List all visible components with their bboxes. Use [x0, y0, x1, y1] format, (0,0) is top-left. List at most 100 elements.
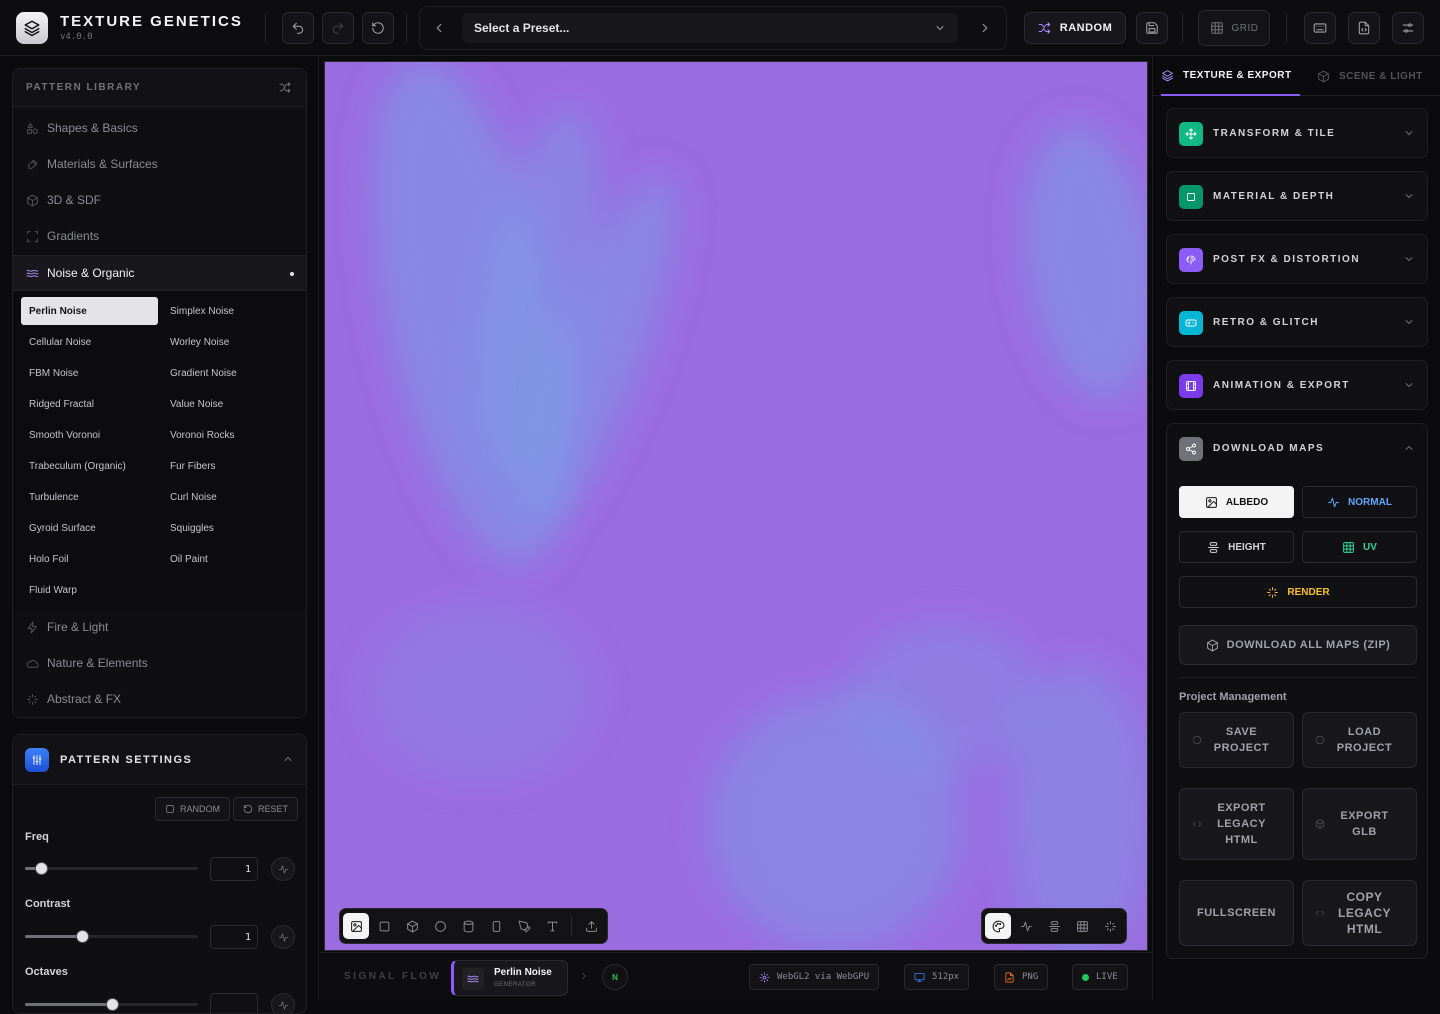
- view-card-button[interactable]: [483, 913, 509, 939]
- preset-next-button[interactable]: [978, 21, 992, 35]
- pattern-item[interactable]: Perlin Noise: [21, 297, 158, 325]
- export-code-button[interactable]: [1348, 12, 1380, 44]
- generator-node[interactable]: Perlin Noise GENERATOR: [451, 960, 568, 996]
- pattern-item[interactable]: Holo Foil: [21, 545, 158, 573]
- height-label: HEIGHT: [1228, 541, 1266, 553]
- view-cube-button[interactable]: [399, 913, 425, 939]
- sparkles-icon: [27, 694, 38, 705]
- save-project-button[interactable]: SAVE PROJECT: [1179, 712, 1294, 768]
- view-sphere-button[interactable]: [427, 913, 453, 939]
- section-post-fx-distortion[interactable]: POST FX & DISTORTION: [1166, 234, 1428, 284]
- section-material-depth[interactable]: MATERIAL & DEPTH: [1166, 171, 1428, 221]
- pattern-item[interactable]: Simplex Noise: [162, 297, 299, 325]
- height-view-button[interactable]: [1041, 913, 1067, 939]
- octaves-modulate-button[interactable]: [271, 993, 295, 1013]
- view-2d-button[interactable]: [343, 913, 369, 939]
- category-nature-elements[interactable]: Nature & Elements: [13, 646, 306, 682]
- freq-modulate-button[interactable]: [271, 857, 295, 881]
- format-chip[interactable]: PNG: [994, 964, 1049, 990]
- grid-toggle-button[interactable]: GRID: [1198, 10, 1270, 46]
- view-cylinder-button[interactable]: [455, 913, 481, 939]
- albedo-map-button[interactable]: ALBEDO: [1179, 486, 1294, 518]
- normal-map-button[interactable]: NORMAL: [1302, 486, 1417, 518]
- redo-button[interactable]: [322, 12, 354, 44]
- octaves-input[interactable]: [210, 993, 258, 1013]
- tab-texture-export[interactable]: TEXTURE & EXPORT: [1161, 56, 1300, 96]
- category-noise-organic[interactable]: Noise & Organic: [13, 255, 306, 291]
- category-3d-sdf[interactable]: 3D & SDF: [13, 183, 306, 219]
- octaves-slider[interactable]: [25, 998, 198, 1011]
- fullscreen-button[interactable]: FULLSCREEN: [1179, 880, 1294, 946]
- pattern-item[interactable]: Voronoi Rocks: [162, 421, 299, 449]
- preferences-button[interactable]: [1392, 12, 1424, 44]
- randomize-settings-button[interactable]: RANDOM: [155, 797, 230, 821]
- pattern-item[interactable]: Trabeculum (Organic): [21, 452, 158, 480]
- pattern-item[interactable]: FBM Noise: [21, 359, 158, 387]
- undo-button[interactable]: [282, 12, 314, 44]
- slider-handle[interactable]: [34, 862, 48, 875]
- pattern-item[interactable]: Gradient Noise: [162, 359, 299, 387]
- category-fire-light[interactable]: Fire & Light: [13, 610, 306, 646]
- contrast-slider[interactable]: [25, 930, 198, 943]
- resolution-chip[interactable]: 512px: [904, 964, 970, 990]
- pattern-item[interactable]: Oil Paint: [162, 545, 299, 573]
- shuffle-icon[interactable]: [279, 81, 292, 94]
- pattern-item[interactable]: Turbulence: [21, 483, 158, 511]
- save-preset-button[interactable]: [1136, 12, 1168, 44]
- copy-legacy-html-button[interactable]: COPY LEGACY HTML: [1302, 880, 1417, 946]
- section-retro-glitch[interactable]: RETRO & GLITCH: [1166, 297, 1428, 347]
- export-glb-button[interactable]: EXPORT GLB: [1302, 788, 1417, 860]
- contrast-modulate-button[interactable]: [271, 925, 295, 949]
- export-legacy-html-button[interactable]: EXPORT LEGACY HTML: [1179, 788, 1294, 860]
- section-transform-tile[interactable]: TRANSFORM & TILE: [1166, 108, 1428, 158]
- pattern-item[interactable]: Gyroid Surface: [21, 514, 158, 542]
- section-animation-export[interactable]: ANIMATION & EXPORT: [1166, 360, 1428, 410]
- category-abstract-fx[interactable]: Abstract & FX: [13, 682, 306, 717]
- uv-view-button[interactable]: [1069, 913, 1095, 939]
- noise-cloud: [1006, 114, 1147, 410]
- layers-icon: [1208, 541, 1219, 553]
- freq-slider[interactable]: [25, 862, 198, 875]
- render-map-button[interactable]: RENDER: [1179, 576, 1417, 608]
- pattern-settings-header[interactable]: PATTERN SETTINGS: [13, 735, 306, 785]
- download-maps-header[interactable]: DOWNLOAD MAPS: [1167, 424, 1427, 474]
- preset-prev-button[interactable]: [432, 21, 446, 35]
- preset-select[interactable]: Select a Preset...: [462, 13, 958, 43]
- pattern-item[interactable]: Value Noise: [162, 390, 299, 418]
- render-view-button[interactable]: [1097, 913, 1123, 939]
- height-map-button[interactable]: HEIGHT: [1179, 531, 1294, 563]
- sliders-icon: [25, 748, 49, 772]
- pattern-item[interactable]: Smooth Voronoi: [21, 421, 158, 449]
- pattern-item[interactable]: Fur Fibers: [162, 452, 299, 480]
- keyboard-shortcuts-button[interactable]: [1304, 12, 1336, 44]
- freq-input[interactable]: 1: [210, 857, 258, 881]
- category-gradients[interactable]: Gradients: [13, 219, 306, 255]
- texture-preview-canvas[interactable]: [324, 61, 1148, 951]
- pattern-item[interactable]: Cellular Noise: [21, 328, 158, 356]
- view-plane-button[interactable]: [371, 913, 397, 939]
- param-label: Freq: [25, 831, 49, 843]
- load-project-button[interactable]: LOAD PROJECT: [1302, 712, 1417, 768]
- pattern-item[interactable]: Squiggles: [162, 514, 299, 542]
- download-all-maps-button[interactable]: DOWNLOAD ALL MAPS (ZIP): [1179, 625, 1417, 665]
- albedo-view-button[interactable]: [985, 913, 1011, 939]
- draw-tool-button[interactable]: [511, 913, 537, 939]
- export-image-button[interactable]: [578, 913, 604, 939]
- category-shapes-basics[interactable]: Shapes & Basics: [13, 111, 306, 147]
- normal-view-button[interactable]: [1013, 913, 1039, 939]
- pattern-item[interactable]: Fluid Warp: [21, 576, 158, 604]
- random-preset-button[interactable]: RANDOM: [1024, 12, 1126, 44]
- uv-map-button[interactable]: UV: [1302, 531, 1417, 563]
- pattern-item[interactable]: Ridged Fractal: [21, 390, 158, 418]
- reset-view-button[interactable]: [362, 12, 394, 44]
- next-node-button[interactable]: N: [602, 964, 628, 990]
- contrast-input[interactable]: 1: [210, 925, 258, 949]
- tab-scene-light[interactable]: SCENE & LIGHT: [1317, 56, 1423, 96]
- slider-handle[interactable]: [76, 930, 90, 943]
- text-tool-button[interactable]: [539, 913, 565, 939]
- section-title: RETRO & GLITCH: [1213, 317, 1319, 328]
- category-materials-surfaces[interactable]: Materials & Surfaces: [13, 147, 306, 183]
- pattern-item[interactable]: Curl Noise: [162, 483, 299, 511]
- reset-settings-button[interactable]: RESET: [233, 797, 299, 821]
- pattern-item[interactable]: Worley Noise: [162, 328, 299, 356]
